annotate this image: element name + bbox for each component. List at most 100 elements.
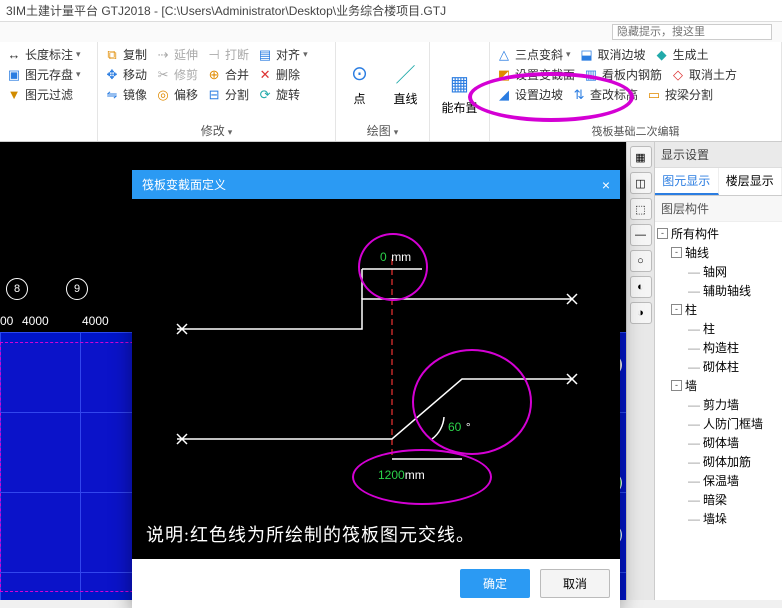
tree-label: 柱 (685, 301, 697, 318)
align-button[interactable]: ▤对齐▾ (257, 46, 308, 63)
tree-toggle-icon[interactable]: - (671, 247, 682, 258)
tree-label: 构造柱 (703, 339, 739, 356)
set-slope-button[interactable]: ◢设置边坡 (496, 86, 563, 103)
tree-node[interactable]: —保温墙 (655, 471, 782, 490)
offset-icon: ◎ (155, 87, 171, 103)
rotate-button[interactable]: ⟳旋转 (257, 86, 300, 103)
tree-label: 墙垛 (703, 510, 727, 527)
extend-icon: ⇢ (155, 47, 171, 63)
tree-node[interactable]: -所有构件 (655, 224, 782, 243)
check-elev-button[interactable]: ⇅查改标高 (571, 86, 638, 103)
tree-node[interactable]: —剪力墙 (655, 395, 782, 414)
offset-button[interactable]: ◎偏移 (155, 86, 198, 103)
side-tabs: 图元显示 楼层显示 (655, 168, 782, 196)
view-rebar-button[interactable]: ▥看板内钢筋 (583, 66, 662, 83)
delete-icon: ✕ (257, 67, 273, 83)
dialog-close-button[interactable]: × (602, 177, 610, 193)
tree-node[interactable]: -轴线 (655, 243, 782, 262)
view3d-button[interactable]: ▦ (630, 146, 652, 168)
group-modify-label: 修改 ▾ (104, 122, 329, 139)
viewhalf2-button[interactable]: ◑ (630, 302, 652, 324)
tree-node[interactable]: —辅助轴线 (655, 281, 782, 300)
cancel-soil-icon: ◇ (670, 67, 686, 83)
view-toolbar: ▦ ◫ ⬚ — ○ ◐ ◑ (626, 142, 654, 600)
break-button[interactable]: ⊣打断 (206, 46, 249, 63)
trim-icon: ✂ (155, 67, 171, 83)
move-button[interactable]: ✥移动 (104, 66, 147, 83)
tree-node[interactable]: —人防门框墙 (655, 414, 782, 433)
beam-split-button[interactable]: ▭按梁分割 (646, 86, 713, 103)
top-offset-value: 0 mm (380, 245, 411, 266)
rebar-icon: ▥ (583, 67, 599, 83)
viewcube-button[interactable]: ◫ (630, 172, 652, 194)
delete-button[interactable]: ✕删除 (257, 66, 300, 83)
gen-soil-button[interactable]: ◆生成土 (654, 46, 709, 63)
tree-label: 轴线 (685, 244, 709, 261)
tree-toggle-icon[interactable]: - (657, 228, 668, 239)
tree-node[interactable]: —砌体柱 (655, 357, 782, 376)
tree-toggle-icon[interactable]: - (671, 304, 682, 315)
axis-8: 8 (6, 278, 28, 300)
tri-slope-button[interactable]: △三点变斜▾ (496, 46, 571, 63)
merge-icon: ⊕ (206, 67, 222, 83)
ribbon: ↔长度标注▾ ▣图元存盘▾ ▼图元过滤 ⧉复制 ⇢延伸 ⊣打断 ▤对齐▾ ✥移动… (0, 42, 782, 142)
tree-label: 人防门框墙 (703, 415, 763, 432)
grid-icon: ▦ (445, 69, 473, 97)
point-icon: ⊙ (346, 60, 374, 88)
tree-node[interactable]: —柱 (655, 319, 782, 338)
tree-node[interactable]: —砌体加筋 (655, 452, 782, 471)
tree-label: 砌体柱 (703, 358, 739, 375)
split-button[interactable]: ⊟分割 (206, 86, 249, 103)
dialog-titlebar[interactable]: 筏板变截面定义 × (132, 170, 620, 199)
bottom-width-value: 1200mm (378, 463, 425, 484)
tree-label: 剪力墙 (703, 396, 739, 413)
title-bar: 3IM土建计量平台 GTJ2018 - [C:\Users\Administra… (0, 0, 782, 22)
side-panel-title: 显示设置 (655, 142, 782, 168)
tree-node[interactable]: -墙 (655, 376, 782, 395)
disk-icon: ▣ (6, 67, 22, 83)
slope-icon: ◢ (496, 87, 512, 103)
trim-button[interactable]: ✂修剪 (155, 66, 198, 83)
dim-left: 00 (0, 314, 13, 328)
tree-node[interactable]: —暗梁 (655, 490, 782, 509)
length-dim-button[interactable]: ↔长度标注▾ (6, 46, 91, 63)
extend-button[interactable]: ⇢延伸 (155, 46, 198, 63)
tab-floor-display[interactable]: 楼层显示 (719, 168, 782, 195)
viewbox-button[interactable]: ⬚ (630, 198, 652, 220)
split-icon: ⊟ (206, 87, 222, 103)
mirror-button[interactable]: ⇋镜像 (104, 86, 147, 103)
tree-node[interactable]: —墙垛 (655, 509, 782, 528)
tab-element-display[interactable]: 图元显示 (655, 168, 719, 195)
angle-value: 60 ° (448, 415, 471, 436)
copy-button[interactable]: ⧉复制 (104, 46, 147, 63)
soil-icon: ◆ (654, 47, 670, 63)
break-icon: ⊣ (206, 47, 222, 63)
point-button[interactable]: ⊙点 (342, 58, 378, 109)
viewhalf1-button[interactable]: ◐ (630, 276, 652, 298)
line-button[interactable]: ／直线 (388, 58, 424, 109)
cancel-slope-button[interactable]: ⬓取消边坡 (579, 46, 646, 63)
component-tree[interactable]: -所有构件-轴线—轴网—辅助轴线-柱—柱—构造柱—砌体柱-墙—剪力墙—人防门框墙… (655, 222, 782, 600)
cancel-soil-button[interactable]: ◇取消土方 (670, 66, 737, 83)
smart-layout-button[interactable]: ▦能布置 (437, 67, 481, 118)
tree-node[interactable]: —砌体墙 (655, 433, 782, 452)
viewline-button[interactable]: — (630, 224, 652, 246)
tree-label: 保温墙 (703, 472, 739, 489)
section-dialog: 筏板变截面定义 × 0 mm 60 ° 1200mm 说明:红色线为所绘制的筏板… (132, 170, 620, 608)
tree-toggle-icon[interactable]: - (671, 380, 682, 391)
tree-label: 砌体加筋 (703, 453, 751, 470)
merge-button[interactable]: ⊕合并 (206, 66, 249, 83)
cancel-button[interactable]: 取消 (540, 569, 610, 598)
app-title: 3IM土建计量平台 GTJ2018 - [C:\Users\Administra… (6, 2, 446, 19)
search-input[interactable] (612, 24, 772, 40)
tree-node[interactable]: -柱 (655, 300, 782, 319)
set-section-button[interactable]: ◩设置变截面 (496, 66, 575, 83)
tree-node[interactable]: —构造柱 (655, 338, 782, 357)
group-raft-label: 筏板基础二次编辑 (496, 123, 775, 139)
ok-button[interactable]: 确定 (460, 569, 530, 598)
viewcircle-button[interactable]: ○ (630, 250, 652, 272)
filter-button[interactable]: ▼图元过滤 (6, 86, 91, 103)
tree-node[interactable]: —轴网 (655, 262, 782, 281)
elev-icon: ⇅ (571, 87, 587, 103)
save-elem-button[interactable]: ▣图元存盘▾ (6, 66, 91, 83)
